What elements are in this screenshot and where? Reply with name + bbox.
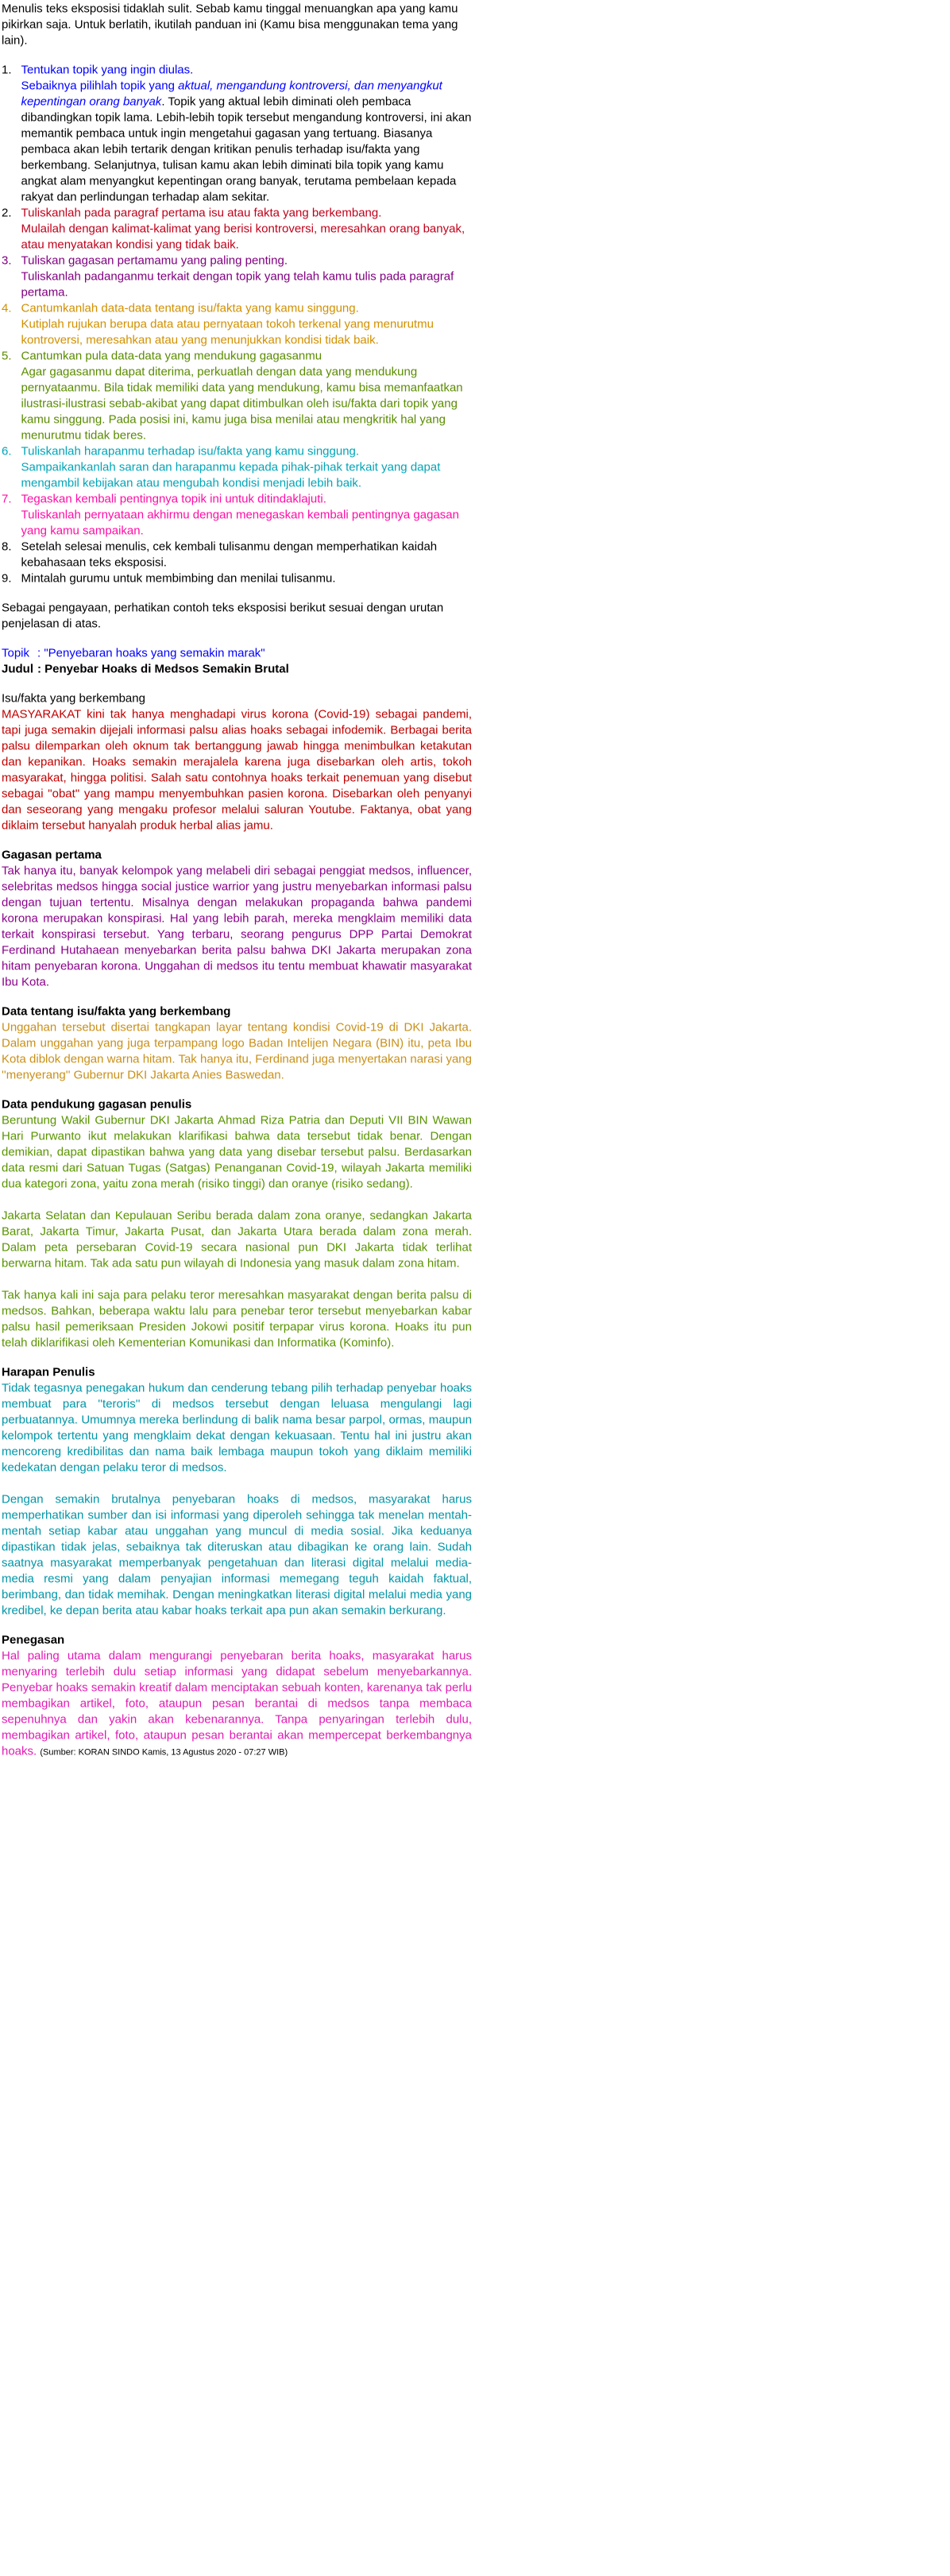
step-number: 4. (2, 301, 12, 315)
section-paragraph: Unggahan tersebut disertai tangkapan lay… (2, 1020, 472, 1082)
step-title: Cantumkanlah data-data tentang isu/fakta… (21, 301, 359, 315)
document-body: Menulis teks eksposisi tidaklah sulit. S… (0, 1, 473, 1760)
section-penegasan: Penegasan Hal paling utama dalam mengura… (2, 1632, 472, 1760)
topic-title-block: Topik : "Penyebaran hoaks yang semakin m… (2, 645, 472, 677)
step-description: Sebaiknya pilihlah topik yang aktual, me… (21, 78, 473, 205)
step-item: 1. Tentukan topik yang ingin diulas. Seb… (2, 62, 472, 205)
step-description-rest: . Topik yang aktual lebih diminati oleh … (21, 95, 472, 204)
section-isu: Isu/fakta yang berkembang MASYARAKAT kin… (2, 690, 472, 834)
step-body: Tentukan topik yang ingin diulas. Sebaik… (21, 62, 473, 205)
step-number: 7. (2, 492, 12, 506)
step-number: 2. (2, 206, 12, 220)
title-value: : Penyebar Hoaks di Medsos Semakin Bruta… (37, 662, 289, 676)
guide-steps: 1. Tentukan topik yang ingin diulas. Seb… (2, 62, 472, 586)
step-number: 9. (2, 571, 12, 586)
step-title: Tuliskan gagasan pertamamu yang paling p… (21, 253, 288, 268)
step-number: 8. (2, 540, 12, 554)
step-text: Setelah selesai menulis, cek kembali tul… (21, 540, 438, 570)
section-pendukung: Data pendukung gagasan penulis Beruntung… (2, 1097, 472, 1351)
section-paragraph: Tak hanya kali ini saja para pelaku tero… (2, 1288, 472, 1350)
topic-label: Topik (2, 646, 30, 660)
step-description: Agar gagasanmu dapat diterima, perkuatla… (21, 365, 463, 443)
step-description: Mulailah dengan kalimat-kalimat yang ber… (21, 222, 465, 252)
section-heading: Isu/fakta yang berkembang (2, 691, 145, 706)
section-paragraph: Beruntung Wakil Gubernur DKI Jakarta Ahm… (2, 1113, 472, 1191)
section-heading: Data tentang isu/fakta yang berkembang (2, 1004, 231, 1019)
step-item: 5. Cantumkan pula data-data yang menduku… (2, 348, 472, 443)
section-data: Data tentang isu/fakta yang berkembang U… (2, 1004, 472, 1083)
step-body: Tuliskan gagasan pertamamu yang paling p… (21, 253, 473, 300)
step-text: Mintalah gurumu untuk membimbing dan men… (21, 571, 336, 586)
step-item: 8. Setelah selesai menulis, cek kembali … (2, 539, 472, 571)
section-paragraph: Tak hanya itu, banyak kelompok yang mela… (2, 864, 472, 989)
step-body: Tegaskan kembali pentingnya topik ini un… (21, 491, 473, 539)
step-item: 7. Tegaskan kembali pentingnya topik ini… (2, 491, 472, 539)
step-description-prefix: Sebaiknya pilihlah topik yang (21, 79, 179, 93)
topic-row: Topik : "Penyebaran hoaks yang semakin m… (2, 645, 472, 661)
section-paragraph: Hal paling utama dalam mengurangi penyeb… (2, 1648, 472, 1760)
step-description: Sampaikankanlah saran dan harapanmu kepa… (21, 460, 441, 490)
step-title: Tuliskanlah pada paragraf pertama isu at… (21, 206, 382, 220)
title-label: Judul (2, 662, 33, 676)
step-body: Tuliskanlah pada paragraf pertama isu at… (21, 205, 473, 253)
enrichment-note: Sebagai pengayaan, perhatikan contoh tek… (2, 601, 444, 631)
intro-paragraph: Menulis teks eksposisi tidaklah sulit. S… (2, 2, 458, 48)
step-title: Tuliskanlah harapanmu terhadap isu/fakta… (21, 444, 360, 458)
step-title: Tegaskan kembali pentingnya topik ini un… (21, 492, 326, 506)
section-heading: Data pendukung gagasan penulis (2, 1097, 192, 1112)
step-number: 3. (2, 253, 12, 268)
step-item: 6. Tuliskanlah harapanmu terhadap isu/fa… (2, 443, 472, 491)
section-paragraph: Dengan semakin brutalnya penyebaran hoak… (2, 1492, 472, 1618)
step-body: Cantumkanlah data-data tentang isu/fakta… (21, 300, 473, 348)
title-row: Judul : Penyebar Hoaks di Medsos Semakin… (2, 661, 472, 677)
section-harapan: Harapan Penulis Tidak tegasnya penegakan… (2, 1364, 472, 1619)
step-description: Tuliskanlah pernyataan akhirmu dengan me… (21, 508, 459, 538)
document-content: Menulis teks eksposisi tidaklah sulit. S… (0, 0, 473, 1760)
step-title: Cantumkan pula data-data yang mendukung … (21, 349, 322, 363)
step-body: Cantumkan pula data-data yang mendukung … (21, 348, 473, 443)
page: Menulis teks eksposisi tidaklah sulit. S… (0, 0, 950, 2576)
topic-value: : "Penyebaran hoaks yang semakin marak" (37, 646, 265, 660)
source-citation: (Sumber: KORAN SINDO Kamis, 13 Agustus 2… (40, 1746, 288, 1758)
step-item: 4. Cantumkanlah data-data tentang isu/fa… (2, 300, 472, 348)
step-item: 9. Mintalah gurumu untuk membimbing dan … (2, 571, 472, 586)
section-heading: Gagasan pertama (2, 848, 102, 862)
section-paragraph: Jakarta Selatan dan Kepulauan Seribu ber… (2, 1209, 472, 1271)
step-item: 2. Tuliskanlah pada paragraf pertama isu… (2, 205, 472, 253)
step-number: 6. (2, 444, 12, 458)
step-description: Tuliskanlah padanganmu terkait dengan to… (21, 269, 454, 300)
step-description: Kutiplah rujukan berupa data atau pernya… (21, 317, 434, 347)
section-heading: Harapan Penulis (2, 1365, 95, 1379)
section-heading: Penegasan (2, 1633, 65, 1647)
section-gagasan: Gagasan pertama Tak hanya itu, banyak ke… (2, 847, 472, 990)
step-number: 1. (2, 63, 12, 77)
closing-text: Hal paling utama dalam mengurangi penyeb… (2, 1649, 472, 1758)
step-body: Tuliskanlah harapanmu terhadap isu/fakta… (21, 443, 473, 491)
step-title: Tentukan topik yang ingin diulas. (21, 63, 194, 77)
section-paragraph: MASYARAKAT kini tak hanya menghadapi vir… (2, 707, 472, 833)
step-number: 5. (2, 349, 12, 363)
section-paragraph: Tidak tegasnya penegakan hukum dan cende… (2, 1381, 472, 1475)
step-item: 3. Tuliskan gagasan pertamamu yang palin… (2, 253, 472, 300)
